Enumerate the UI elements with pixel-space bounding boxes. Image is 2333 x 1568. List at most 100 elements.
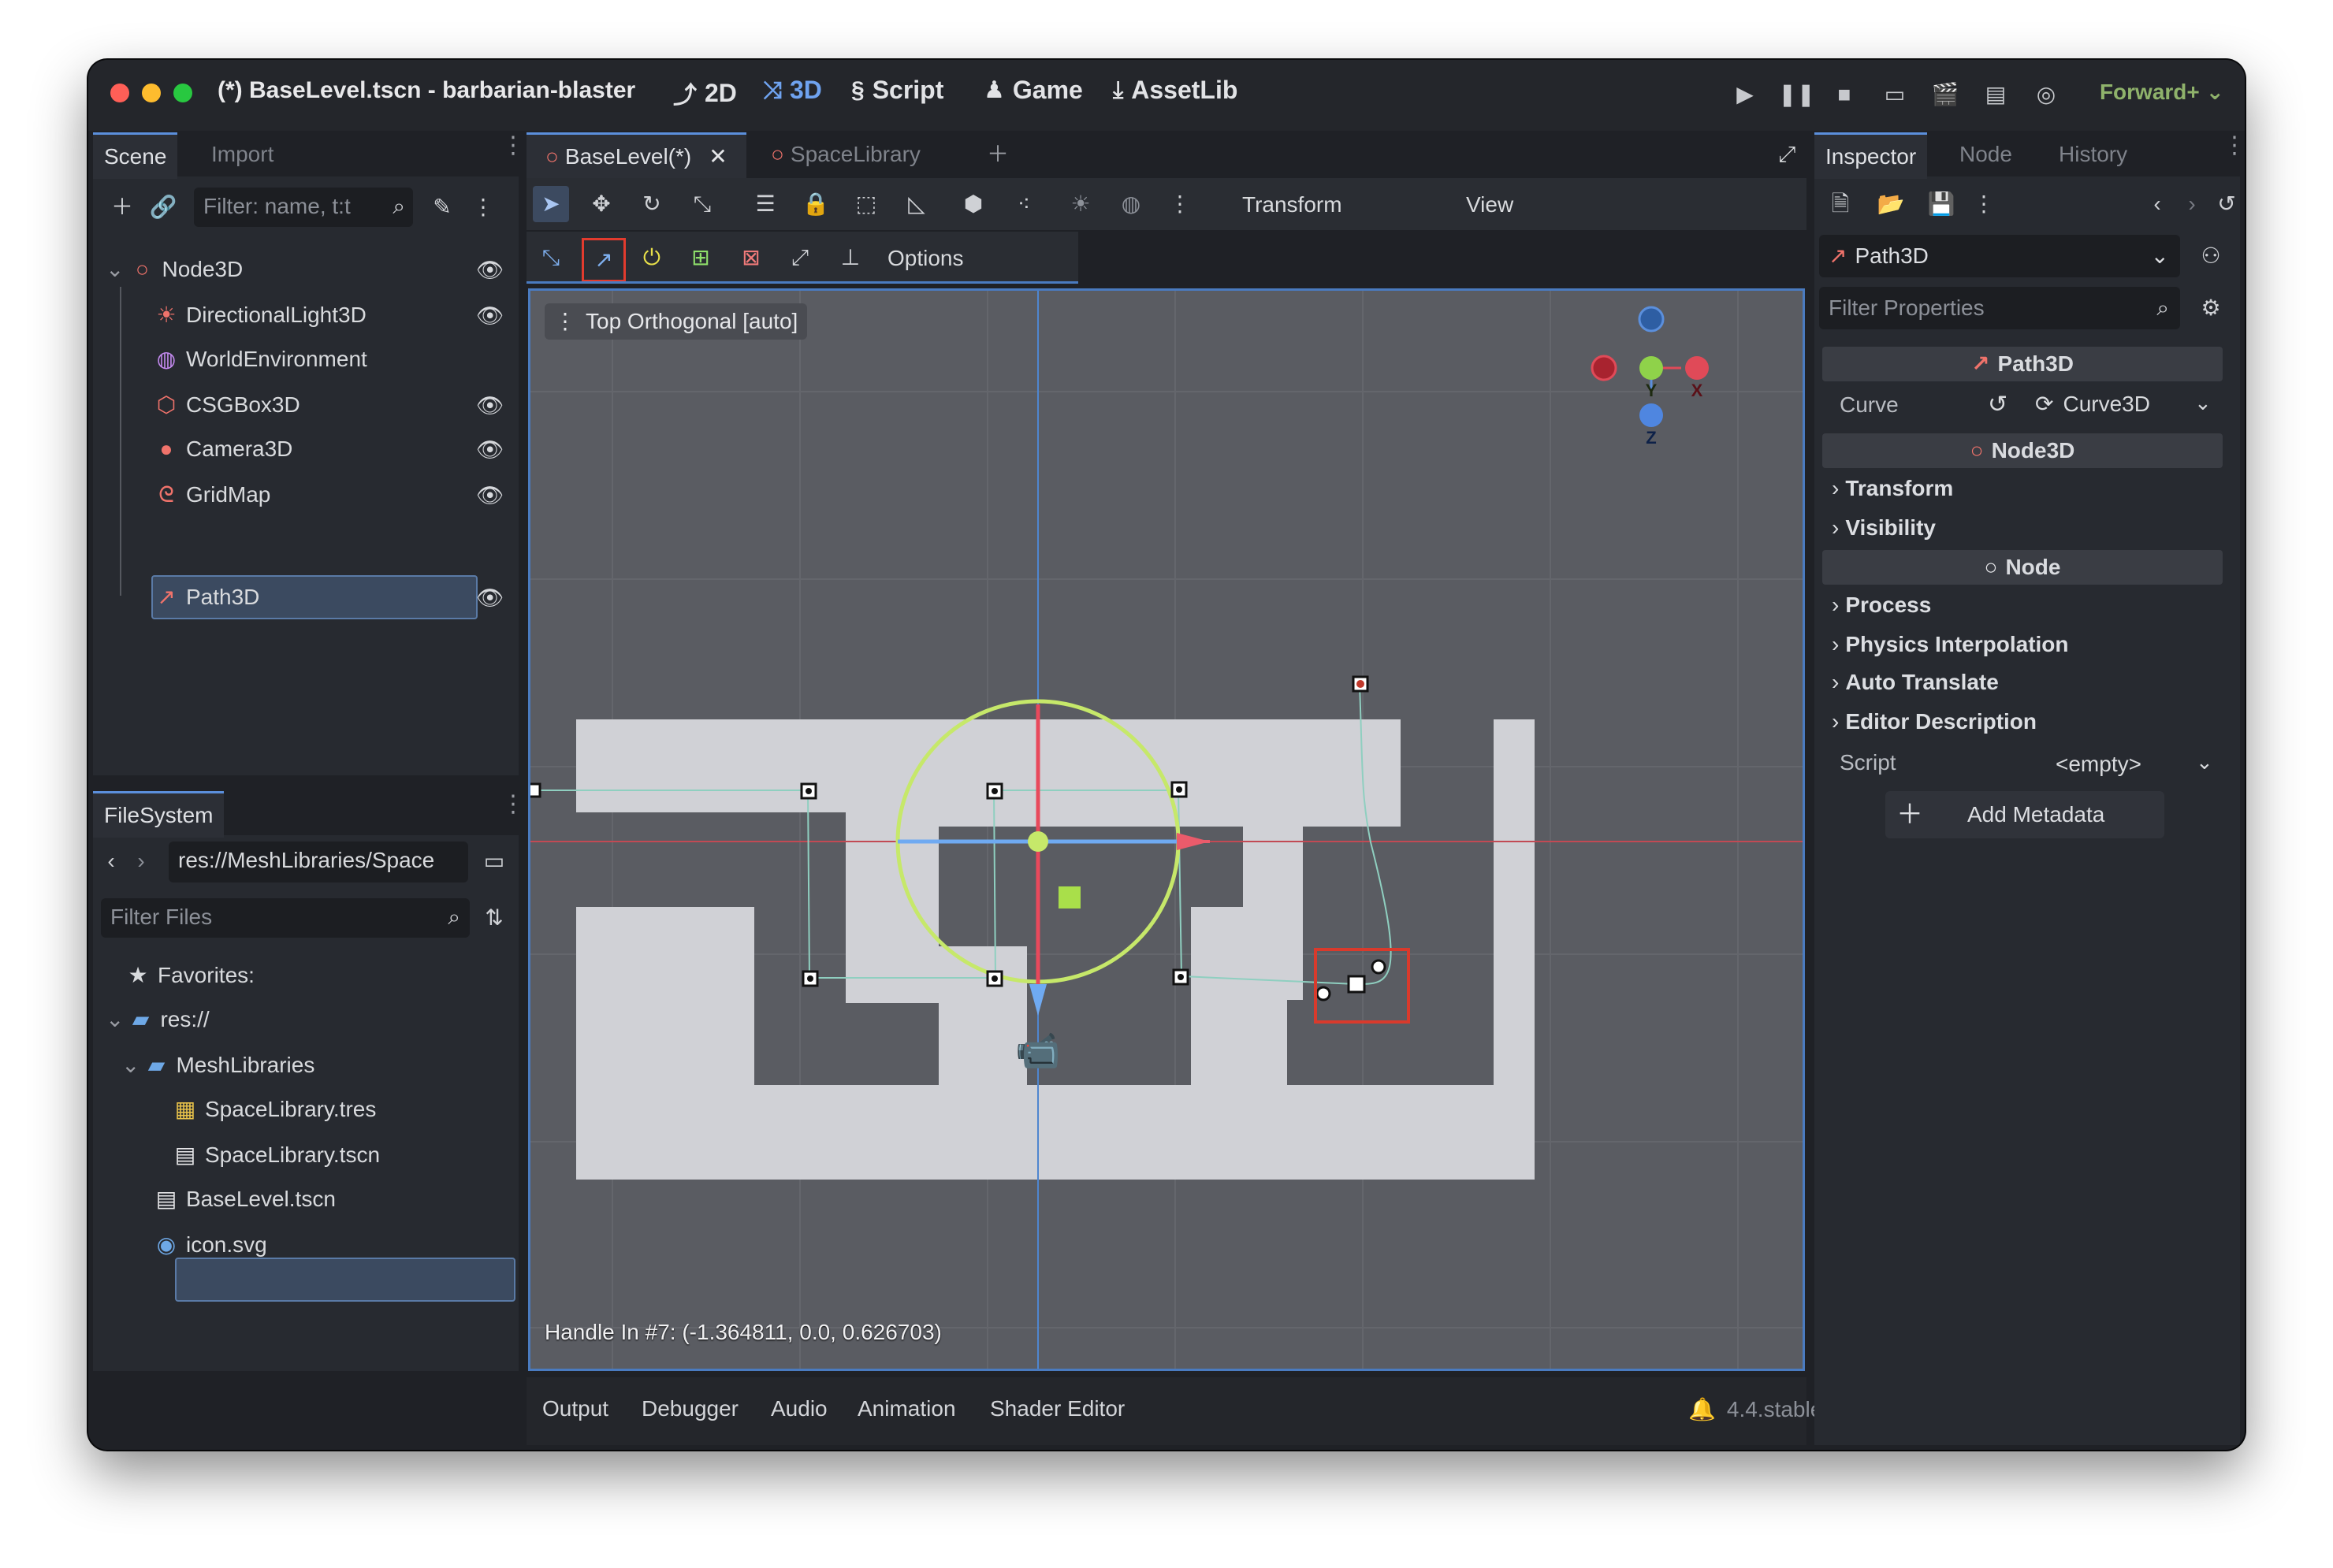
list-item-icon-svg[interactable]: ◉ icon.svg <box>154 1224 267 1265</box>
scene-filter-input[interactable]: Filter: name, t:t ⌕ <box>194 188 413 227</box>
property-filter-options-icon[interactable]: ⚙ <box>2193 290 2229 326</box>
tab-audio[interactable]: Audio <box>771 1396 828 1421</box>
tree-item-path3d[interactable]: ↗ Path3D <box>154 577 259 618</box>
play-icon[interactable]: ▶ <box>1729 79 1761 110</box>
link-icon[interactable]: 🔗 <box>145 189 181 225</box>
tab-import[interactable]: Import <box>200 132 285 176</box>
select-points-icon[interactable]: ⤡ <box>533 240 569 276</box>
movie-maker-icon[interactable]: ◎ <box>2030 79 2062 110</box>
script-property-value[interactable]: <empty> <box>2056 752 2141 777</box>
tab-output[interactable]: Output <box>542 1396 608 1421</box>
chevron-down-icon[interactable]: ⌄ <box>2194 391 2212 415</box>
options-menu[interactable]: Options <box>887 246 964 271</box>
path-end-point[interactable] <box>1356 680 1364 688</box>
snap-icon[interactable]: ⁖ <box>1006 186 1042 222</box>
mode-3d-button[interactable]: ⤨ 3D <box>763 76 822 105</box>
previous-object-icon[interactable]: ‹ <box>2139 186 2175 222</box>
mode-assetlib-button[interactable]: ⤓ AssetLib <box>1113 76 1237 105</box>
environment-preview-icon[interactable]: ◍ <box>1113 186 1149 222</box>
remote-debug-icon[interactable]: ▭ <box>1879 79 1911 110</box>
group-auto-translate[interactable]: › Auto Translate <box>1832 670 1999 695</box>
tree-item-csgbox3d[interactable]: ⬡ CSGBox3D <box>154 385 300 425</box>
stop-icon[interactable]: ■ <box>1829 79 1860 110</box>
close-curve-icon[interactable]: ⏻ <box>634 240 670 276</box>
curve-resource-value[interactable]: ⟳ Curve3D <box>2035 391 2150 417</box>
clear-points-icon[interactable]: ⊥ <box>832 240 869 276</box>
play-custom-scene-icon[interactable]: ▤ <box>1980 79 2011 110</box>
close-window-button[interactable] <box>110 84 129 102</box>
tab-spacelibrary[interactable]: ○ SpaceLibrary <box>758 132 933 176</box>
transform-menu[interactable]: Transform <box>1242 192 1342 217</box>
distraction-free-icon[interactable]: ⤢ <box>1767 132 1806 176</box>
kebab-menu-icon[interactable]: ⋮ <box>501 134 525 158</box>
rotate-tool-icon[interactable]: ↻ <box>634 186 670 222</box>
orient-neg-x-handle[interactable] <box>1591 355 1617 381</box>
view-menu[interactable]: View <box>1466 192 1513 217</box>
mode-game-button[interactable]: ♟ Game <box>984 76 1083 105</box>
minimize-window-button[interactable] <box>142 84 161 102</box>
add-point-icon[interactable]: ⊞ <box>683 240 719 276</box>
visibility-eye-icon[interactable]: 👁 <box>476 304 504 328</box>
tab-history[interactable]: History <box>2048 132 2138 176</box>
visibility-eye-icon[interactable]: 👁 <box>476 258 504 282</box>
resource-options-icon[interactable]: ⋮ <box>1966 186 2002 222</box>
select-tool-icon[interactable]: ➤ <box>533 186 569 222</box>
tab-inspector[interactable]: Inspector <box>1814 132 1928 179</box>
tree-item-worldenvironment[interactable]: ◍ WorldEnvironment <box>154 339 367 380</box>
local-space-icon[interactable]: ⬢ <box>955 186 992 222</box>
add-metadata-button[interactable]: ＋ Add Metadata <box>1885 791 2164 838</box>
save-resource-icon[interactable]: 💾 <box>1923 186 1959 222</box>
list-item-spacelibrary-tscn[interactable]: ▤ SpaceLibrary.tscn <box>173 1135 380 1176</box>
list-item-favorites[interactable]: ★ Favorites: <box>126 955 255 996</box>
orient-y-handle[interactable] <box>1639 356 1663 380</box>
history-icon[interactable]: ↺ <box>2208 186 2245 222</box>
orient-x-handle[interactable] <box>1685 356 1709 380</box>
pause-icon[interactable]: ❚❚ <box>1778 79 1815 110</box>
tab-shader-editor[interactable]: Shader Editor <box>990 1396 1125 1421</box>
group-visibility[interactable]: › Visibility <box>1832 515 1936 541</box>
close-icon[interactable]: ✕ <box>709 144 727 169</box>
chevron-down-icon[interactable]: ⌄ <box>2196 750 2213 775</box>
visibility-eye-icon[interactable]: 👁 <box>476 394 504 418</box>
play-scene-icon[interactable]: 🎬 <box>1929 79 1961 110</box>
gizmo-z-arrow[interactable] <box>1029 984 1047 1016</box>
orient-z-handle[interactable] <box>1639 403 1663 427</box>
filesystem-filter-input[interactable]: Filter Files ⌕ <box>101 898 470 938</box>
tree-item-camera3d[interactable]: ● Camera3D <box>154 429 293 470</box>
scale-tool-icon[interactable]: ⤡ <box>684 186 720 222</box>
section-node[interactable]: ○ Node <box>1822 550 2223 585</box>
mirror-handle-icon[interactable]: ⤢ <box>782 240 818 276</box>
attach-script-icon[interactable]: ✎ <box>424 189 460 225</box>
orient-neg-y-handle[interactable] <box>1638 306 1665 333</box>
next-object-icon[interactable]: › <box>2174 186 2210 222</box>
visibility-eye-icon[interactable]: 👁 <box>476 438 504 462</box>
handle-out[interactable] <box>1371 959 1386 975</box>
list-item-res[interactable]: ⌄ ▰ res:// <box>106 999 210 1040</box>
viewport-menu-button[interactable]: ⋮ Top Orthogonal [auto] <box>545 303 808 340</box>
tree-item-gridmap[interactable]: ᘓ GridMap <box>154 474 270 515</box>
forward-icon[interactable]: › <box>129 843 153 879</box>
group-process[interactable]: › Process <box>1832 593 1931 618</box>
section-path3d[interactable]: ↗ Path3D <box>1822 347 2223 381</box>
mode-script-button[interactable]: § Script <box>851 76 943 105</box>
list-item-meshlibraries[interactable]: ⌄ ▰ MeshLibraries <box>121 1045 314 1086</box>
lock-icon[interactable]: 🔒 <box>798 186 834 222</box>
sort-icon[interactable]: ⇅ <box>476 900 512 936</box>
delete-point-icon[interactable]: ⊠ <box>733 240 769 276</box>
node-selector[interactable]: ↗ Path3D ⌄ <box>1819 235 2180 277</box>
tab-scene[interactable]: Scene <box>93 132 178 179</box>
new-resource-icon[interactable]: 🗎 <box>1822 186 1859 222</box>
tree-item-node3d[interactable]: ⌄ ○ Node3D <box>106 249 243 290</box>
tab-debugger[interactable]: Debugger <box>642 1396 739 1421</box>
gizmo-center[interactable] <box>1028 831 1048 852</box>
mode-2d-button[interactable]: ⤴ 2D <box>673 76 737 110</box>
open-resource-icon[interactable]: 📂 <box>1873 186 1909 222</box>
select-control-points-icon[interactable]: ↗ <box>582 238 626 282</box>
add-node-icon[interactable]: ＋ <box>104 189 140 225</box>
new-tab-button[interactable]: ＋ <box>976 132 1020 176</box>
group-icon[interactable]: ⬚ <box>848 186 884 222</box>
maximize-window-button[interactable] <box>173 84 192 102</box>
group-transform[interactable]: › Transform <box>1832 476 1953 501</box>
section-node3d[interactable]: ○ Node3D <box>1822 433 2223 468</box>
visibility-eye-icon[interactable]: 👁 <box>476 484 504 507</box>
